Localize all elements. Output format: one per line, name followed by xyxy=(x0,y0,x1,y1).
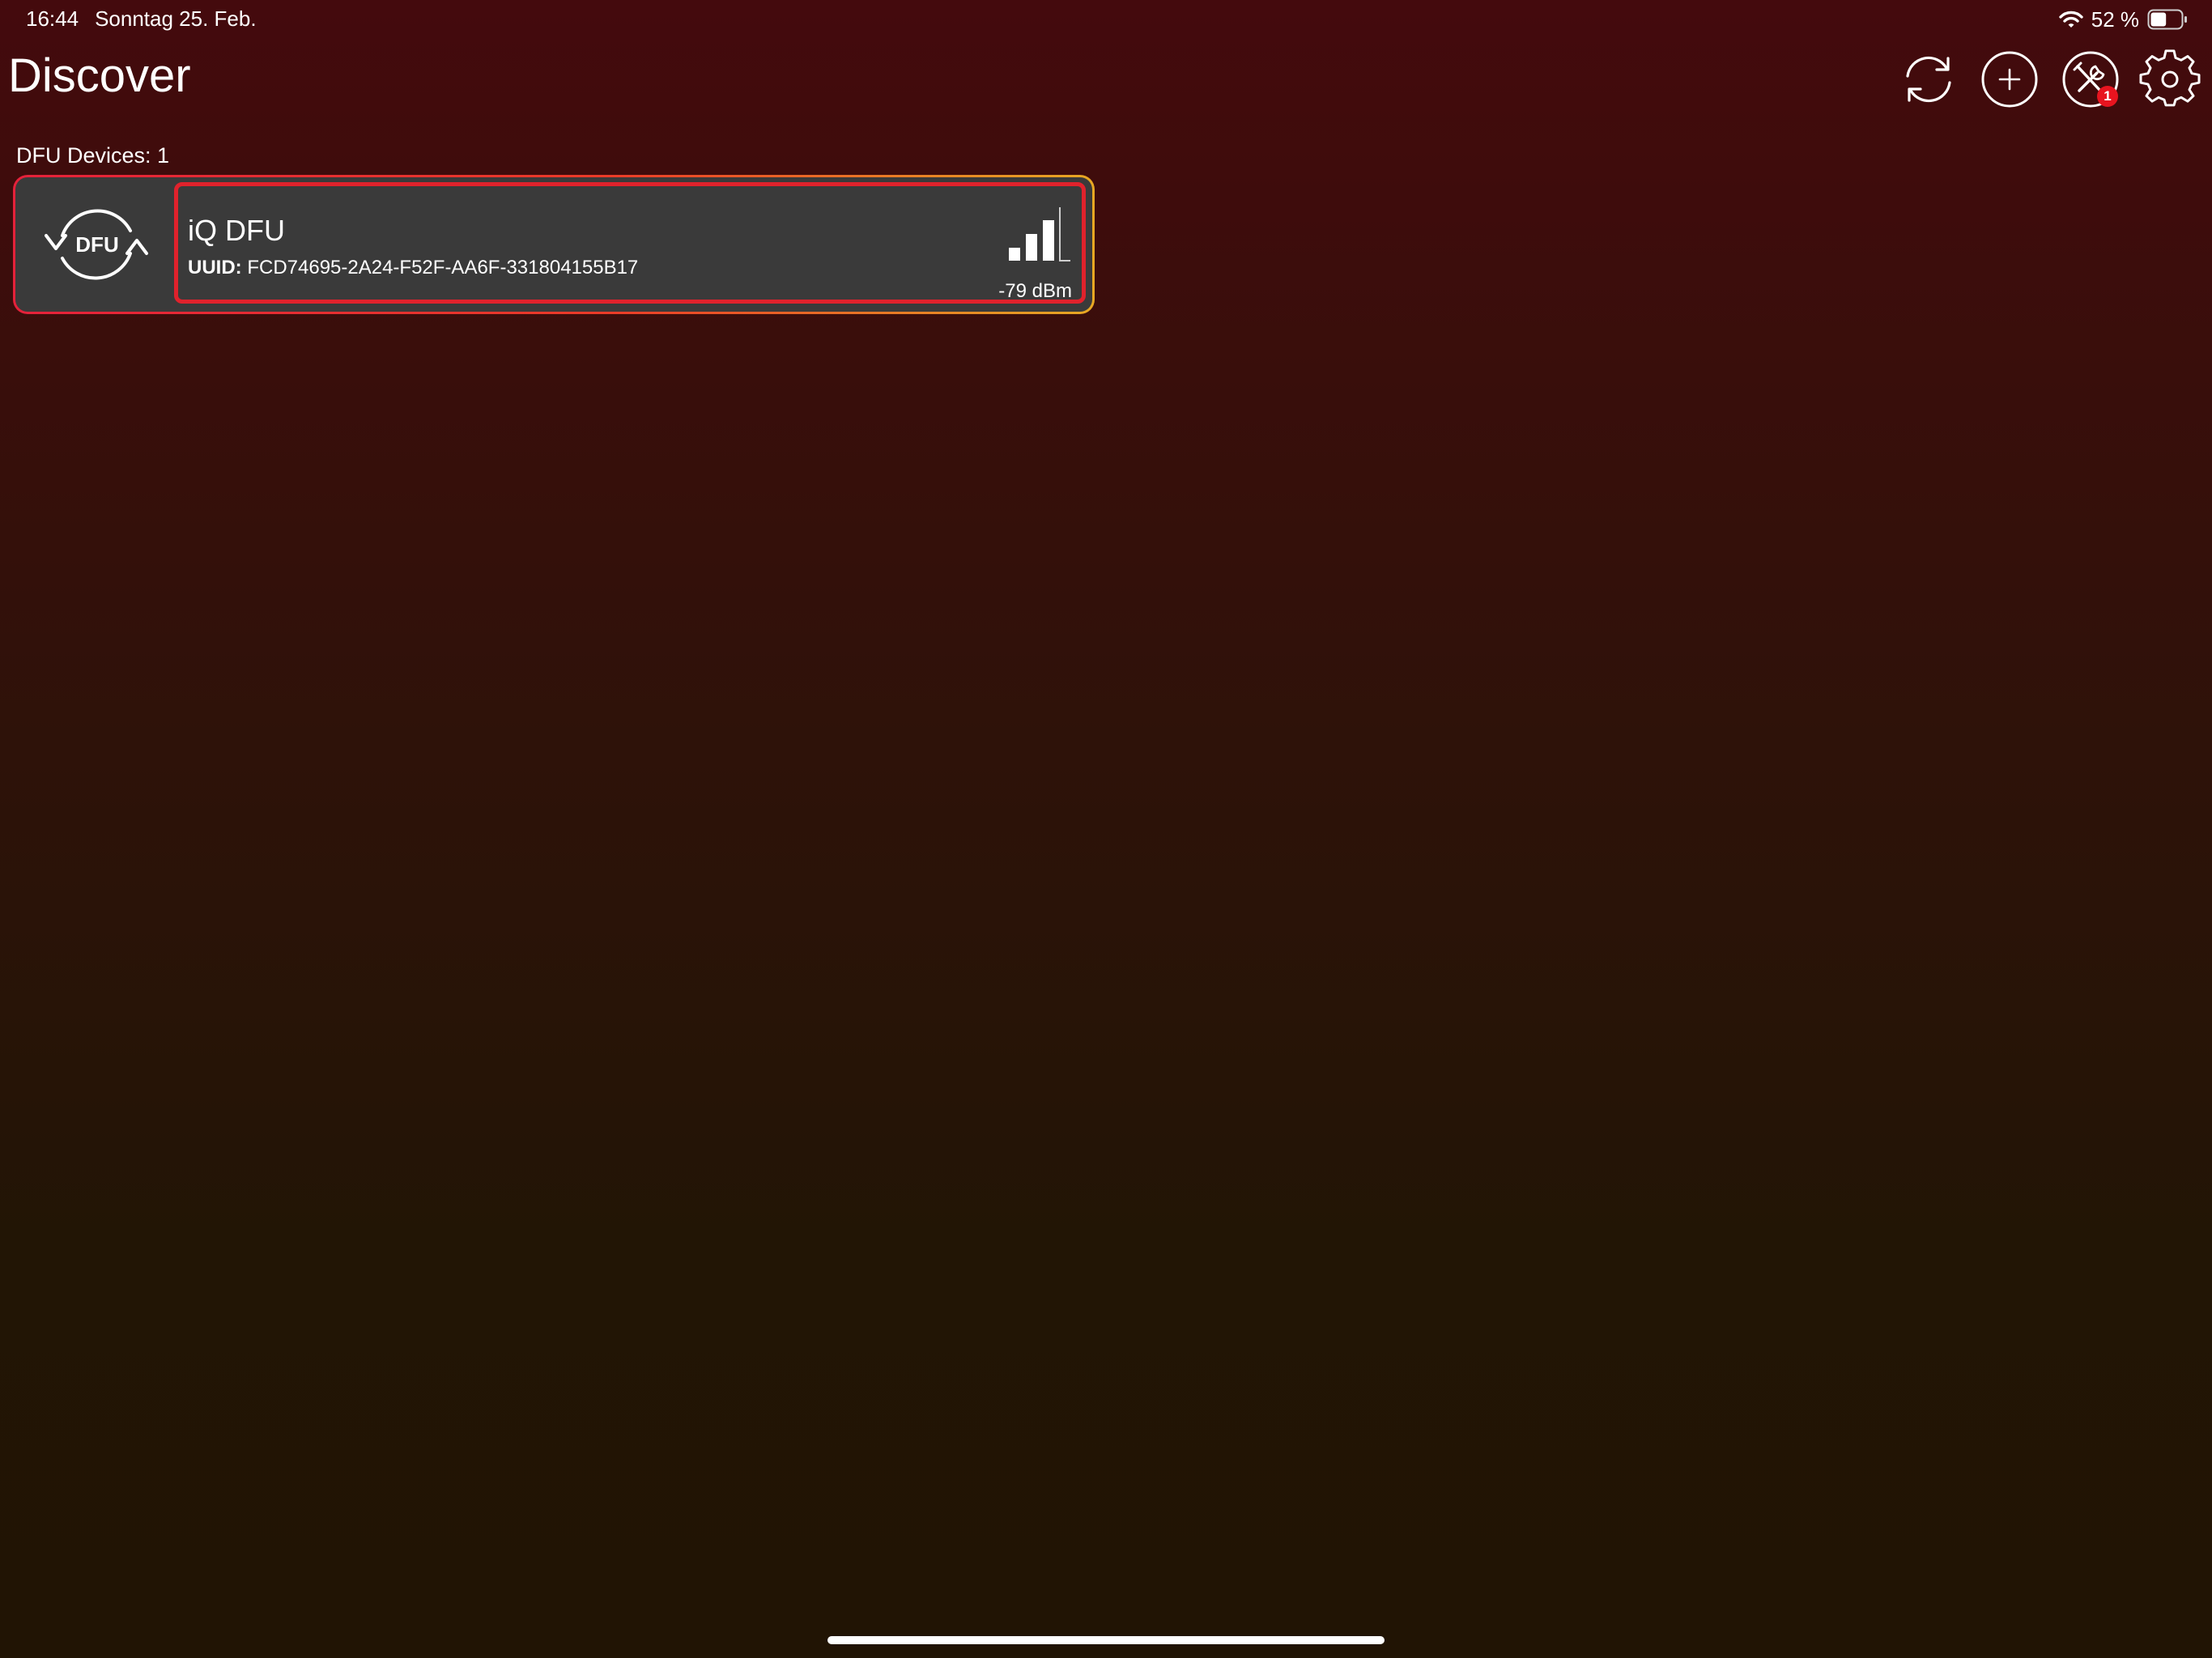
device-name: iQ DFU xyxy=(188,214,285,247)
gear-icon xyxy=(2139,49,2201,110)
dfu-devices-count: DFU Devices: 1 xyxy=(16,143,170,168)
signal-bar xyxy=(1059,207,1070,261)
device-info-selected[interactable]: iQ DFU UUID: FCD74695-2A24-F52F-AA6F-331… xyxy=(174,182,1086,304)
uuid-value: FCD74695-2A24-F52F-AA6F-331804155B17 xyxy=(247,257,639,278)
uuid-label: UUID: xyxy=(188,257,242,278)
wifi-icon xyxy=(2059,10,2083,29)
refresh-icon xyxy=(1898,49,1959,110)
battery-percent: 52 % xyxy=(2091,6,2139,32)
rssi-value: -79 dBm xyxy=(998,280,1072,302)
add-button[interactable] xyxy=(1979,49,2040,110)
refresh-button[interactable] xyxy=(1898,49,1959,110)
tools-button[interactable]: 1 xyxy=(2060,49,2121,110)
device-uuid: UUID: FCD74695-2A24-F52F-AA6F-331804155B… xyxy=(188,257,638,279)
status-bar-left: 16:44 Sonntag 25. Feb. xyxy=(26,6,257,32)
status-time: 16:44 xyxy=(26,6,79,31)
device-icon-area: DFU xyxy=(15,177,174,312)
notification-badge: 1 xyxy=(2097,86,2118,107)
battery-icon xyxy=(2147,9,2188,30)
signal-bar xyxy=(1026,234,1037,261)
plus-circle-icon xyxy=(1979,49,2040,110)
signal-bar xyxy=(1043,220,1054,261)
status-bar-right: 52 % xyxy=(2059,6,2188,32)
status-date: Sonntag 25. Feb. xyxy=(95,6,257,31)
signal-bar xyxy=(1009,248,1020,261)
settings-button[interactable] xyxy=(2139,49,2201,110)
signal-strength-icon xyxy=(1006,207,1070,264)
dfu-icon-text: DFU xyxy=(75,232,118,257)
dfu-icon: DFU xyxy=(41,198,151,291)
home-indicator[interactable] xyxy=(827,1636,1385,1644)
page-title: Discover xyxy=(8,49,191,102)
device-card[interactable]: DFU iQ DFU UUID: FCD74695-2A24-F52F-AA6F… xyxy=(13,175,1095,314)
